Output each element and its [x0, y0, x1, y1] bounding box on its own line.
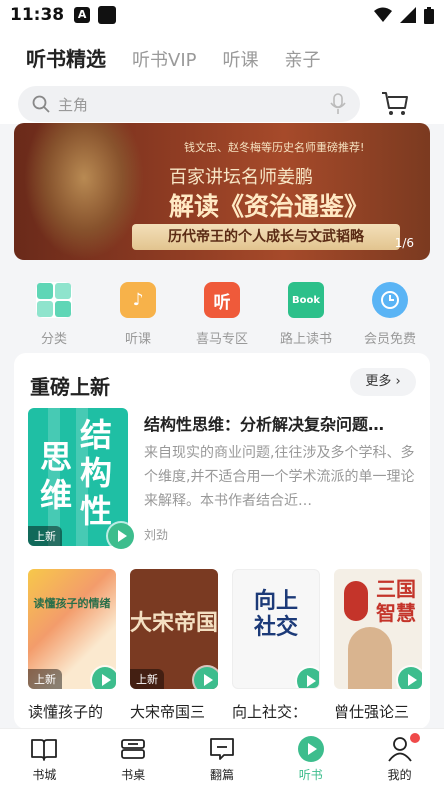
book-item[interactable]: 向上社交 向上社交：	[232, 569, 320, 722]
book-cover-text: 读懂孩子的情绪	[33, 597, 111, 610]
status-time: 11:38	[10, 5, 65, 25]
category-row: 分类 ♪ 听课 听 喜马专区 Book 路上读书 会员免费	[0, 282, 444, 352]
clock-icon	[372, 282, 408, 318]
notification-square-icon	[98, 6, 117, 24]
emperor-portrait-image	[24, 123, 144, 260]
book-title: 向上社交：	[232, 703, 308, 721]
category-courses[interactable]: ♪ 听课	[103, 282, 173, 352]
message-icon	[208, 735, 236, 763]
tab-courses[interactable]: 听课	[222, 46, 258, 72]
nav-label: 我的	[387, 768, 412, 782]
category-member-free[interactable]: 会员免费	[355, 282, 425, 352]
new-badge: 上新	[130, 669, 164, 689]
more-label: 更多	[365, 374, 392, 389]
category-ximalaya[interactable]: 听 喜马专区	[187, 282, 257, 352]
category-label: 分类	[40, 332, 67, 347]
search-placeholder: 主角	[58, 95, 89, 114]
cover-char: 思	[40, 438, 73, 476]
category-label: 会员免费	[363, 332, 416, 347]
book-cover: 读懂孩子的情绪 上新	[28, 569, 116, 689]
play-circle-icon	[297, 735, 325, 763]
ting-logo-icon: 听	[204, 282, 240, 318]
nav-label: 书桌	[121, 768, 146, 782]
search-icon	[32, 95, 50, 113]
nav-label: 翻篇	[209, 768, 234, 782]
book-cover-text: 三国智慧	[376, 577, 416, 625]
nav-flip[interactable]: 翻篇	[192, 735, 252, 789]
notification-a-icon: A	[74, 7, 91, 23]
book-title: 大宋帝国三	[130, 703, 206, 721]
nav-audiobook[interactable]: 听书	[281, 735, 341, 789]
featured-book-title[interactable]: 结构性思维：分析解决复杂问题…	[144, 411, 418, 435]
book-title: 读懂孩子的	[28, 703, 104, 721]
book-item[interactable]: 大宋帝国 上新 大宋帝国三	[130, 569, 218, 722]
new-badge: 上新	[28, 669, 62, 689]
notification-dot	[409, 733, 420, 743]
book-cover: 大宋帝国 上新	[130, 569, 218, 689]
section-title: 重磅上新	[30, 375, 110, 399]
microphone-icon[interactable]	[330, 93, 346, 115]
grid-icon	[36, 282, 72, 318]
banner-subtitle: 钱文忠、赵冬梅等历史名师重磅推荐!	[184, 141, 365, 154]
nav-bookstore[interactable]: 书城	[14, 735, 74, 789]
book-cover-text: 向上社交	[253, 588, 298, 640]
music-note-icon: ♪	[120, 282, 156, 318]
book-open-icon	[30, 735, 58, 763]
cover-char: 性	[80, 492, 113, 530]
new-badge: 上新	[28, 526, 62, 546]
top-tab-bar: 听书精选 听书VIP 听课 亲子	[0, 30, 444, 80]
category-label: 听课	[124, 332, 151, 347]
book-cover: 向上社交	[232, 569, 320, 689]
tab-label: 听书精选	[26, 47, 106, 71]
play-button[interactable]	[398, 667, 422, 689]
play-button[interactable]	[194, 667, 218, 689]
cover-char: 结	[80, 416, 113, 454]
category-reading-on-road[interactable]: Book 路上读书	[271, 282, 341, 352]
book-item[interactable]: 三国智慧 曾仕强论三	[334, 569, 422, 722]
nav-profile[interactable]: 我的	[370, 733, 430, 789]
book-title: 曾仕强论三	[334, 703, 410, 721]
featured-book-author: 刘劲	[144, 528, 169, 542]
category-label: 喜马专区	[195, 332, 248, 347]
wifi-icon	[374, 7, 392, 22]
nav-label: 听书	[298, 768, 323, 782]
featured-book-description: 来自现实的商业问题,往往涉及多个学科、多个维度,并不适合用一个学术流派的单一理论…	[144, 445, 415, 509]
cover-char: 维	[40, 476, 73, 514]
category-label: 路上读书	[279, 332, 332, 347]
shopping-cart-icon[interactable]	[380, 88, 410, 118]
nav-bookshelf[interactable]: 书桌	[103, 735, 163, 789]
promo-banner[interactable]: 钱文忠、赵冬梅等历史名师重磅推荐! 百家讲坛名师姜鹏 解读《资治通鉴》 历代帝王…	[14, 123, 430, 260]
new-releases-section: 重磅上新 更多 › 结 构 性 思 维 上新 结构性思维：分析解决复杂问题… 来…	[14, 353, 430, 729]
banner-line2: 百家讲坛名师姜鹏	[169, 167, 313, 188]
status-bar: 11:38 A	[0, 0, 444, 30]
book-list: 读懂孩子的情绪 上新 读懂孩子的 大宋帝国 上新 大宋帝国三 向上社交 向上社交…	[28, 569, 422, 722]
book-item[interactable]: 读懂孩子的情绪 上新 读懂孩子的	[28, 569, 116, 722]
bottom-nav: 书城 书桌 翻篇 听书 我的	[0, 728, 444, 789]
book-cover-text: 大宋帝国	[130, 610, 218, 636]
bookshelf-icon	[119, 735, 147, 763]
search-input[interactable]: 主角	[18, 86, 360, 122]
search-row: 主角	[0, 80, 444, 124]
more-button[interactable]: 更多 ›	[350, 368, 416, 396]
tab-featured[interactable]: 听书精选	[24, 43, 108, 72]
nav-label: 书城	[32, 768, 57, 782]
cover-char: 构	[80, 454, 113, 492]
chevron-right-icon: ›	[395, 374, 401, 389]
tab-vip[interactable]: 听书VIP	[132, 46, 196, 72]
banner-scroll-caption: 历代帝王的个人成长与文武韬略	[132, 224, 400, 250]
book-cover: 三国智慧	[334, 569, 422, 689]
signal-icon	[400, 7, 416, 23]
play-button[interactable]	[108, 523, 134, 549]
battery-icon	[424, 6, 434, 24]
banner-pager: 1/6	[394, 236, 414, 250]
tab-parenting[interactable]: 亲子	[284, 46, 320, 72]
play-button[interactable]	[297, 668, 319, 688]
play-button[interactable]	[92, 667, 116, 689]
book-logo-icon: Book	[288, 282, 324, 318]
banner-title: 解读《资治通鉴》	[169, 192, 370, 221]
category-classify[interactable]: 分类	[19, 282, 89, 352]
